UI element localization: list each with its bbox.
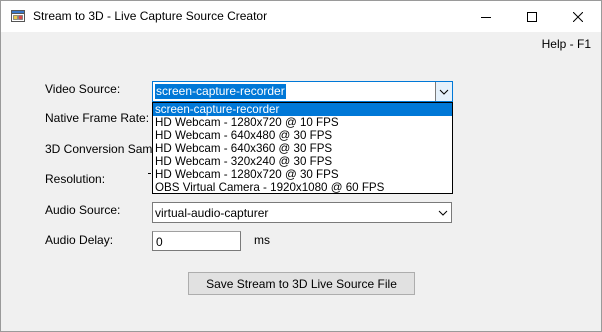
- app-icon: [11, 9, 25, 23]
- menu-bar: Help - F1: [1, 32, 601, 56]
- dropdown-option[interactable]: HD Webcam - 1280x720 @ 10 FPS: [153, 116, 452, 129]
- dropdown-option[interactable]: HD Webcam - 1280x720 @ 30 FPS: [153, 168, 452, 181]
- partially-hidden-control: [148, 173, 151, 174]
- save-source-file-button[interactable]: Save Stream to 3D Live Source File: [188, 272, 415, 295]
- video-source-dropdown-list: screen-capture-recorder HD Webcam - 1280…: [152, 102, 453, 194]
- resolution-label: Resolution:: [45, 172, 106, 186]
- audio-delay-label: Audio Delay:: [45, 233, 114, 247]
- maximize-button[interactable]: [509, 1, 555, 32]
- conversion-sample-label: 3D Conversion Sample: [45, 142, 169, 156]
- close-button[interactable]: [555, 1, 601, 32]
- chevron-down-icon[interactable]: [435, 82, 452, 101]
- title-bar[interactable]: Stream to 3D - Live Capture Source Creat…: [1, 1, 601, 32]
- minimize-button[interactable]: [463, 1, 509, 32]
- video-source-combo[interactable]: screen-capture-recorder: [152, 81, 453, 102]
- dropdown-option[interactable]: HD Webcam - 640x360 @ 30 FPS: [153, 142, 452, 155]
- audio-delay-value: 0: [156, 235, 163, 249]
- audio-source-combo[interactable]: virtual-audio-capturer: [152, 202, 452, 223]
- window-title: Stream to 3D - Live Capture Source Creat…: [33, 9, 268, 23]
- dropdown-option[interactable]: HD Webcam - 320x240 @ 30 FPS: [153, 155, 452, 168]
- close-icon: [573, 11, 583, 22]
- native-frame-rate-label: Native Frame Rate:: [45, 111, 150, 125]
- audio-delay-input[interactable]: 0: [152, 231, 241, 251]
- maximize-icon: [527, 11, 537, 22]
- dropdown-option[interactable]: screen-capture-recorder: [153, 103, 452, 116]
- audio-source-label: Audio Source:: [45, 203, 121, 217]
- app-window: Stream to 3D - Live Capture Source Creat…: [0, 0, 602, 332]
- dropdown-option[interactable]: HD Webcam - 640x480 @ 30 FPS: [153, 129, 452, 142]
- chevron-down-icon[interactable]: [434, 203, 451, 222]
- video-source-label: Video Source:: [45, 82, 121, 96]
- minimize-icon: [481, 12, 491, 22]
- dropdown-option[interactable]: OBS Virtual Camera - 1920x1080 @ 60 FPS: [153, 181, 452, 194]
- video-source-value: screen-capture-recorder: [155, 84, 286, 99]
- audio-source-value: virtual-audio-capturer: [155, 206, 269, 220]
- audio-delay-unit: ms: [254, 233, 270, 247]
- help-menu-item[interactable]: Help - F1: [542, 37, 591, 51]
